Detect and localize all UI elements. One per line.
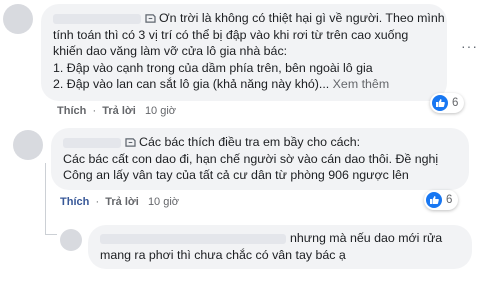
like-link[interactable]: Thích [60,196,89,208]
timestamp[interactable]: 10 giờ [148,196,179,208]
comment-text-line: Các bác cất con dao đi, hạn chế người sờ… [63,151,439,166]
commenter-avatar[interactable] [3,4,33,34]
timestamp[interactable]: 10 giờ [145,105,176,117]
like-thumb-icon [432,95,448,111]
commenter-name-redacted[interactable] [53,13,141,24]
comment-bubble: Các bác thích điều tra em bầy cho cách: … [51,128,469,190]
reaction-summary[interactable]: 6 [430,93,464,113]
like-thumb-icon [426,192,442,208]
emoji-sticker-icon [145,14,156,23]
comment-bubble: Ơn trời là không có thiệt hại gì về ngườ… [41,4,447,101]
comment-text-line: Công an lấy vân tay của tất cả cư dân từ… [63,168,409,182]
comment-text-line: tính toán thì có 3 vị trí có thể bị đập … [53,27,409,42]
commenter-avatar[interactable] [13,130,43,160]
comment-actions: Thích · Trả lời 10 giờ [57,105,177,117]
reaction-count: 6 [446,194,453,206]
reply-link[interactable]: Trả lời [105,196,139,208]
like-link[interactable]: Thích [57,105,86,117]
comment-text-line: khiến dao văng làm vỡ cửa lô gia nhà bác… [53,44,288,58]
comment-bubble: nhưng mà nếu dao mới rửa mang ra phơi th… [88,225,472,269]
thread-connector [45,163,46,235]
comment-text-line: 1. Đập vào cạnh trong của dầm phía trên,… [53,60,373,75]
comment-text-line: 2. Đập vào lan can sắt lô gia (khả năng … [53,77,330,91]
thread-connector [45,234,57,235]
see-more-link[interactable]: Xem thêm [333,77,389,91]
more-options-icon[interactable]: ··· [461,38,478,54]
commenter-name-redacted[interactable] [63,137,121,148]
comment-text-line: Các bác thích điều tra em bầy cho cách: [139,135,361,149]
comment-text-line: mang ra phơi thì chưa chắc có vân tay bá… [100,247,346,262]
reaction-summary[interactable]: 6 [424,190,458,210]
comment-text-line: Ơn trời là không có thiệt hại gì về ngườ… [159,11,445,25]
emoji-sticker-icon [125,138,136,147]
reply-link[interactable]: Trả lời [102,105,136,117]
commenter-name-redacted[interactable] [100,233,286,244]
comment-actions: Thích · Trả lời 10 giờ [60,196,180,208]
reaction-count: 6 [452,97,459,109]
commenter-avatar[interactable] [60,229,82,251]
comment-text-line: nhưng mà nếu dao mới rửa [290,231,443,245]
